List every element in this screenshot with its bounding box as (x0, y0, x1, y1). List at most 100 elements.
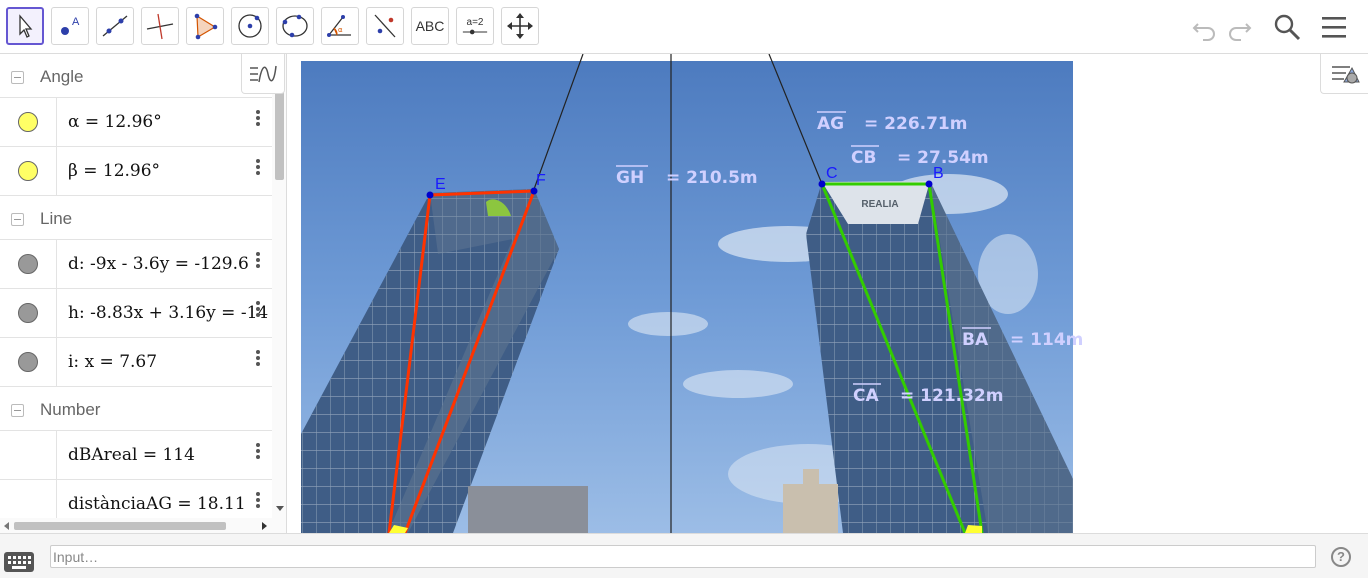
slider-tool-label: a=2 (466, 16, 484, 28)
undo-icon (1192, 23, 1215, 41)
vertical-scrollbar[interactable] (272, 54, 286, 533)
building-sign: REALIA (861, 199, 898, 210)
visibility-marble[interactable] (18, 303, 38, 323)
point-label-c: C (826, 165, 838, 182)
visibility-marble[interactable] (18, 161, 38, 181)
circle-tool[interactable] (231, 7, 269, 45)
algebra-expression[interactable]: i: x = 7.67 (68, 352, 157, 372)
visibility-marble[interactable] (18, 112, 38, 132)
measure-gh[interactable]: GH = 210.5m (616, 165, 758, 188)
more-options-icon[interactable] (252, 490, 264, 512)
line-tool[interactable] (96, 7, 134, 45)
graphics-view[interactable]: E F C B REALIA GH = 210.5m AG = 226.71m … (288, 54, 1368, 533)
redo-icon (1229, 23, 1252, 41)
more-options-icon[interactable] (252, 157, 264, 179)
perpendicular-line-tool[interactable] (141, 7, 179, 45)
graphics-canvas[interactable]: E F C B REALIA GH = 210.5m AG = 226.71m … (288, 54, 1368, 533)
algebra-expression[interactable]: d: -9x - 3.6y = -129.6 (68, 254, 249, 274)
graphics-style-button[interactable] (1320, 54, 1368, 94)
scroll-thumb[interactable] (14, 522, 226, 530)
more-options-icon[interactable] (252, 299, 264, 321)
keyboard-icon[interactable] (4, 552, 34, 572)
search-icon (1274, 14, 1301, 41)
perpendicular-icon (146, 13, 174, 40)
more-options-icon[interactable] (252, 250, 264, 272)
marble-column (0, 98, 57, 146)
circle-through-points-tool[interactable] (276, 7, 314, 45)
algebra-expression[interactable]: dBAreal = 114 (68, 445, 195, 465)
algebra-item-dbareal[interactable]: dBAreal = 114 (0, 431, 272, 480)
move-tool[interactable] (6, 7, 44, 45)
move-arrows-icon (507, 13, 533, 39)
group-label: Line (40, 209, 73, 228)
group-number[interactable]: Number (0, 387, 272, 431)
scroll-down-icon[interactable] (276, 506, 284, 511)
algebra-item-i[interactable]: i: x = 7.67 (0, 338, 272, 387)
algebra-item-beta[interactable]: β = 12.96° (0, 147, 272, 196)
algebra-view: Angle α = 12.96° β = 12.96° Line d: -9x … (0, 54, 287, 533)
move-graphics-tool[interactable] (501, 7, 539, 45)
scroll-thumb[interactable] (275, 92, 284, 180)
slider-tool[interactable]: a=2 (456, 7, 494, 45)
point-icon: A (61, 16, 80, 35)
reflect-tool[interactable] (366, 7, 404, 45)
more-options-icon[interactable] (252, 108, 264, 130)
point-b[interactable] (925, 180, 933, 188)
scroll-right-icon[interactable] (262, 522, 267, 530)
point-tool[interactable]: A (51, 7, 89, 45)
circle-three-points-icon (282, 14, 308, 38)
text-tool-label: ABC (415, 18, 445, 34)
measure-cb-name: CB (851, 148, 876, 168)
measure-ca-name: CA (853, 386, 879, 406)
point-c[interactable] (818, 180, 826, 188)
group-line[interactable]: Line (0, 196, 272, 240)
group-angle[interactable]: Angle (0, 54, 272, 98)
group-label: Angle (40, 67, 84, 86)
visibility-marble[interactable] (18, 254, 38, 274)
measure-cb-value: = 27.54m (897, 148, 989, 168)
marble-column (0, 289, 57, 337)
marble-column (0, 338, 57, 386)
measure-ca-value: = 121.32m (900, 386, 1003, 406)
more-options-icon[interactable] (252, 348, 264, 370)
collapse-icon[interactable] (11, 213, 24, 226)
more-options-icon[interactable] (252, 441, 264, 463)
style-bar-icon (1331, 65, 1360, 83)
algebra-expression[interactable]: β = 12.96° (68, 161, 160, 181)
visibility-marble[interactable] (18, 352, 38, 372)
algebra-expression[interactable]: distànciaAG = 18.11 (68, 494, 246, 514)
measure-cb[interactable]: CB = 27.54m (851, 145, 989, 168)
algebra-item-h[interactable]: h: -8.83x + 3.16y = -14 (0, 289, 272, 338)
algebra-item-d[interactable]: d: -9x - 3.6y = -129.6 (0, 240, 272, 289)
measure-ba[interactable]: BA = 114m (962, 327, 1083, 350)
algebra-expression[interactable]: h: -8.83x + 3.16y = -14 (68, 303, 268, 323)
menu-icon (1322, 17, 1346, 38)
text-tool[interactable]: ABC (411, 7, 449, 45)
redo-button[interactable] (1223, 10, 1257, 44)
polygon-tool[interactable] (186, 7, 224, 45)
menu-button[interactable] (1317, 10, 1351, 44)
scroll-left-icon[interactable] (4, 522, 9, 530)
input-bar: Input… ? (0, 533, 1368, 578)
undo-button[interactable] (1187, 10, 1221, 44)
input-field[interactable]: Input… (50, 545, 1316, 568)
point-e[interactable] (426, 191, 434, 199)
algebra-item-alpha[interactable]: α = 12.96° (0, 98, 272, 147)
point-label-f: F (536, 172, 546, 189)
algebra-expression[interactable]: α = 12.96° (68, 112, 162, 132)
horizontal-scrollbar[interactable] (0, 518, 272, 533)
marble-column (0, 431, 57, 479)
measure-ag[interactable]: AG = 226.71m (817, 111, 967, 134)
measure-ag-value: = 226.71m (864, 114, 967, 134)
measure-gh-name: GH (616, 168, 644, 188)
help-icon[interactable]: ? (1331, 547, 1351, 567)
marble-column (0, 240, 57, 288)
collapse-icon[interactable] (11, 404, 24, 417)
algebra-style-button[interactable] (241, 54, 285, 94)
angle-tool[interactable]: α (321, 7, 359, 45)
measure-ca[interactable]: CA = 121.32m (853, 383, 1003, 406)
search-button[interactable] (1270, 10, 1304, 44)
marble-column (0, 147, 57, 195)
collapse-icon[interactable] (11, 71, 24, 84)
toolbar: A α ABC a=2 (0, 0, 1368, 54)
